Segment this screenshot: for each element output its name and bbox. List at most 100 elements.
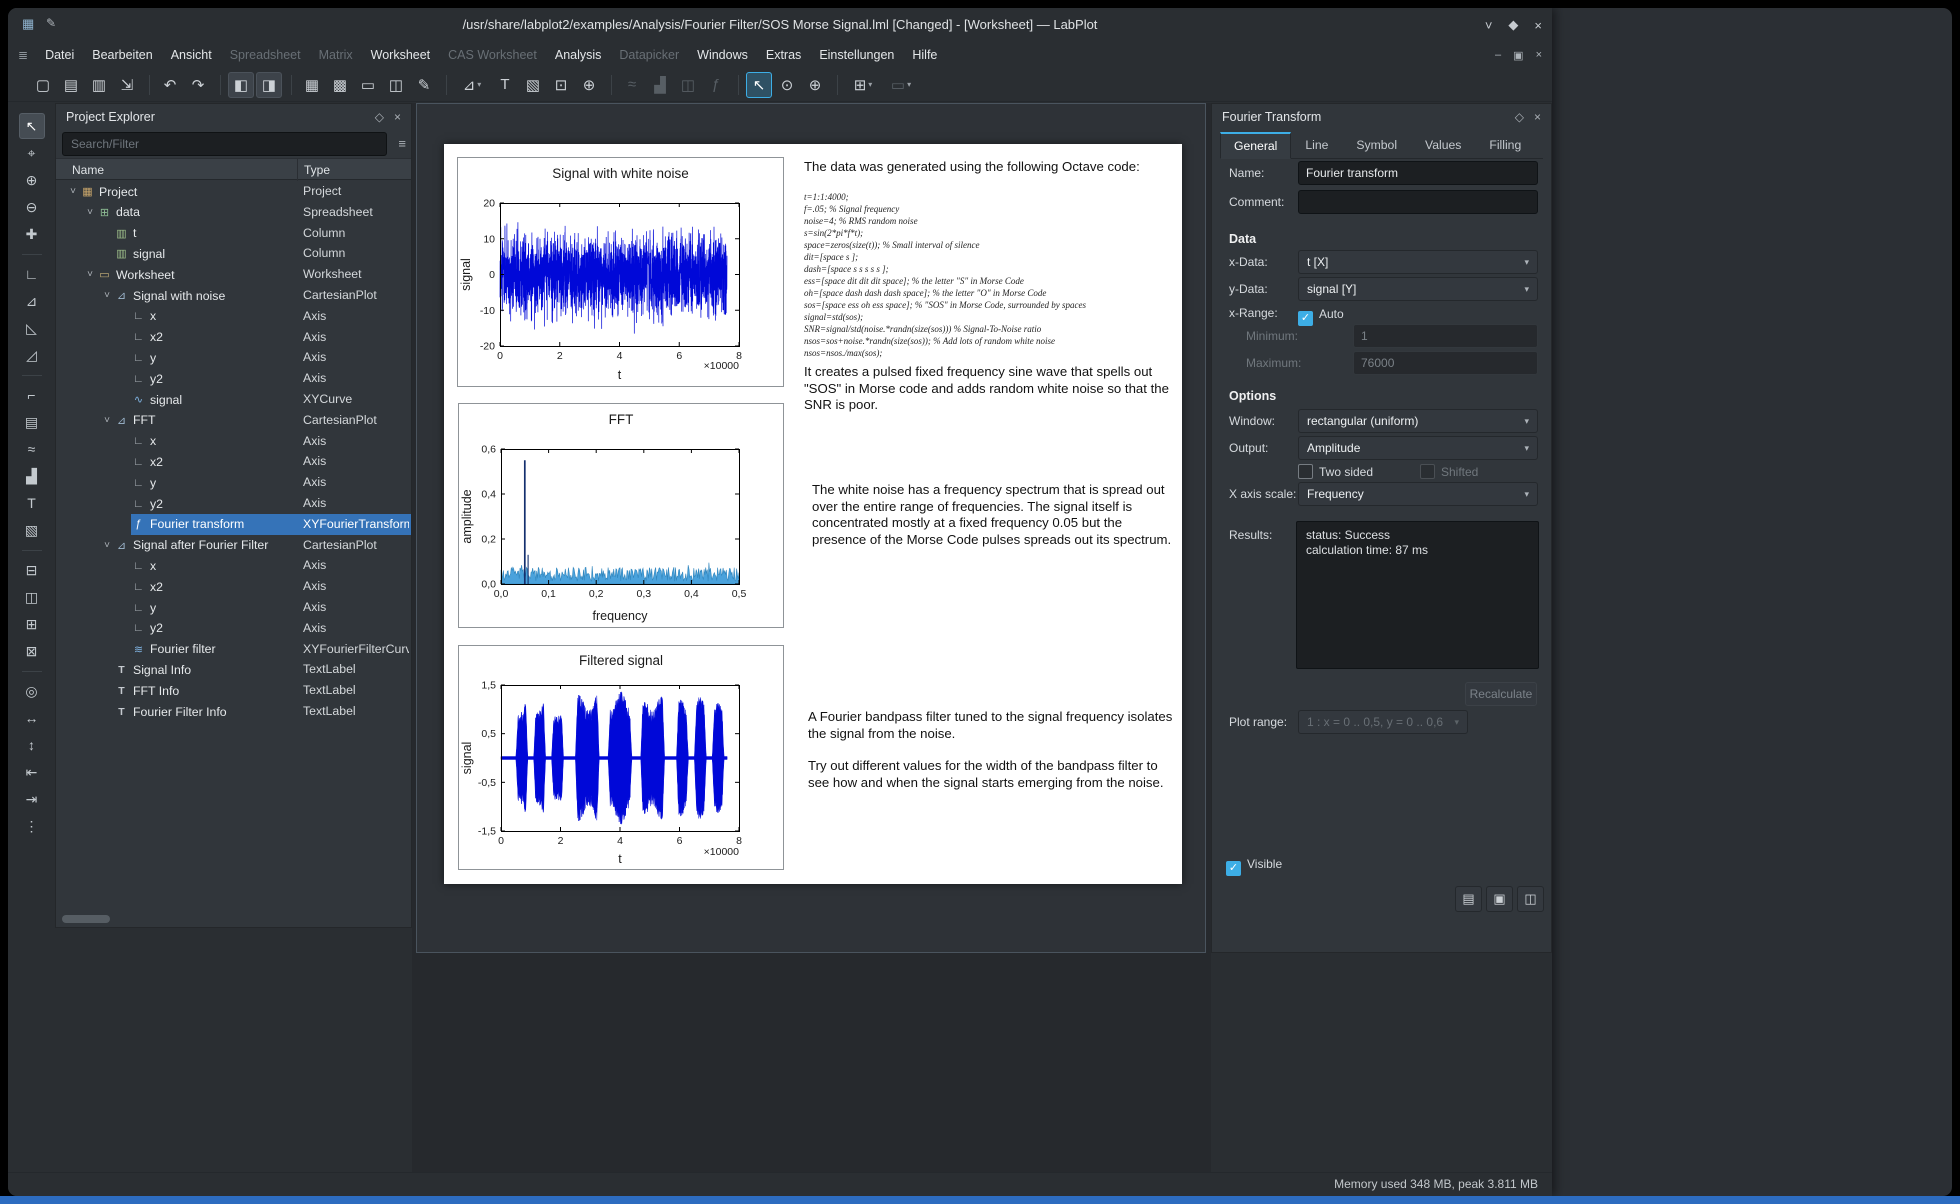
- select-tool[interactable]: ↖: [19, 113, 45, 139]
- zoom-button[interactable]: ⊕: [576, 72, 602, 98]
- horizontal-layout-tool[interactable]: ◫: [19, 584, 45, 610]
- tree-row-x2[interactable]: ∟x2Axis: [56, 327, 411, 348]
- add-image-tool[interactable]: ▧: [19, 517, 45, 543]
- plot-fft[interactable]: FFT0,00,10,20,30,40,50,00,20,40,6frequen…: [458, 403, 784, 633]
- shift-left-x-tool[interactable]: ⇤: [19, 759, 45, 785]
- tree-row-fourier-filter[interactable]: ≋Fourier filterXYFourierFilterCurve: [56, 639, 411, 660]
- add-plot-template-1-tool[interactable]: ∟: [19, 261, 45, 287]
- break-layout-tool[interactable]: ⊠: [19, 638, 45, 664]
- expander-icon[interactable]: ˅: [83, 207, 97, 218]
- app-menu-icon[interactable]: ≣: [18, 48, 28, 62]
- new-note-button[interactable]: ✎: [411, 72, 437, 98]
- tree-row-y[interactable]: ∟yAxis: [56, 347, 411, 368]
- new-project-button[interactable]: ▢: [30, 72, 56, 98]
- tab-values[interactable]: Values: [1411, 132, 1475, 158]
- pin-icon[interactable]: ✎: [46, 16, 56, 30]
- tree-row-y[interactable]: ∟yAxis: [56, 472, 411, 493]
- auto-checkbox[interactable]: ✓Auto: [1298, 305, 1344, 326]
- tree-row-signal[interactable]: ∿signalXYCurve: [56, 389, 411, 410]
- tree-row-x[interactable]: ∟xAxis: [56, 431, 411, 452]
- vertical-layout-tool[interactable]: ⊟: [19, 557, 45, 583]
- open-project-button[interactable]: ▤: [58, 72, 84, 98]
- menu-windows[interactable]: Windows: [688, 42, 757, 68]
- close-dock-icon[interactable]: ×: [394, 110, 401, 124]
- toggle-properties-dock-button[interactable]: ◨: [256, 72, 282, 98]
- toggle-project-explorer-button[interactable]: ◧: [228, 72, 254, 98]
- scrollbar-thumb[interactable]: [62, 915, 110, 923]
- worksheet-page[interactable]: Signal with white noise02468-20-1001020t…: [444, 144, 1182, 884]
- tree-row-fourier-filter-info[interactable]: TFourier Filter InfoTextLabel: [56, 701, 411, 722]
- menu-analysis[interactable]: Analysis: [546, 42, 611, 68]
- add-legend-tool[interactable]: ▤: [19, 409, 45, 435]
- print-button[interactable]: ▥: [86, 72, 112, 98]
- shift-right-x-tool[interactable]: ⇥: [19, 786, 45, 812]
- project-explorer-header[interactable]: Project Explorer ◇ ×: [56, 104, 411, 130]
- tab-general[interactable]: General: [1220, 132, 1291, 159]
- tree-row-y2[interactable]: ∟y2Axis: [56, 493, 411, 514]
- expander-icon[interactable]: ˅: [100, 415, 114, 426]
- tree-row-signal[interactable]: ▥signalColumn: [56, 243, 411, 264]
- expander-icon[interactable]: ˅: [100, 540, 114, 551]
- mdi-close-button[interactable]: ×: [1536, 49, 1542, 62]
- expander-icon[interactable]: ˅: [83, 269, 97, 280]
- two-sided-checkbox[interactable]: Two sided: [1298, 463, 1373, 481]
- tree-row-t[interactable]: ▥tColumn: [56, 223, 411, 244]
- save-template-button[interactable]: ▣: [1486, 886, 1513, 912]
- name-column-header[interactable]: Name: [72, 159, 104, 181]
- menu-extras[interactable]: Extras: [757, 42, 810, 68]
- float-dock-icon[interactable]: ◇: [375, 110, 384, 124]
- search-input[interactable]: [62, 132, 387, 156]
- fft-info-label[interactable]: The white noise has a frequency spectrum…: [812, 482, 1178, 548]
- tab-line[interactable]: Line: [1291, 132, 1342, 158]
- plot-filtered-signal[interactable]: Filtered signal02468-1,5-0,50,51,5tsigna…: [458, 645, 784, 875]
- undo-button[interactable]: ↶: [157, 72, 183, 98]
- add-plot-template-4-tool[interactable]: ◿: [19, 342, 45, 368]
- tree-column-header[interactable]: Name Type: [56, 158, 411, 180]
- add-plot-button[interactable]: ⊿▾: [454, 72, 490, 98]
- window-combobox[interactable]: rectangular (uniform) ▾: [1298, 409, 1538, 433]
- taskbar-strip[interactable]: [0, 1196, 1960, 1204]
- expander-icon[interactable]: ˅: [66, 186, 80, 197]
- menu-ansicht[interactable]: Ansicht: [162, 42, 221, 68]
- filter-info-label[interactable]: A Fourier bandpass filter tuned to the s…: [808, 709, 1180, 742]
- comment-input[interactable]: [1298, 190, 1538, 214]
- fit-page-button[interactable]: ⊡: [548, 72, 574, 98]
- grid-layout-tool[interactable]: ⊞: [19, 611, 45, 637]
- new-spreadsheet-button[interactable]: ▦: [299, 72, 325, 98]
- signal-info-label[interactable]: It creates a pulsed fixed frequency sine…: [804, 364, 1176, 414]
- zoom-fit-width-tool[interactable]: ↔: [19, 705, 45, 731]
- menu-bearbeiten[interactable]: Bearbeiten: [83, 42, 161, 68]
- tree-row-x2[interactable]: ∟x2Axis: [56, 576, 411, 597]
- load-template-button[interactable]: ▤: [1455, 886, 1482, 912]
- add-plot-template-3-tool[interactable]: ◺: [19, 315, 45, 341]
- zoom-in-tool[interactable]: ⊕: [19, 167, 45, 193]
- maximize-button[interactable]: ◆: [1508, 17, 1518, 33]
- y-data-combobox[interactable]: signal [Y] ▾: [1298, 277, 1538, 301]
- x-axis-scale-combobox[interactable]: Frequency ▾: [1298, 482, 1538, 506]
- properties-dock-header[interactable]: Fourier Transform ◇ ×: [1212, 104, 1551, 130]
- name-input[interactable]: [1298, 161, 1538, 185]
- type-column-header[interactable]: Type: [297, 159, 411, 181]
- visible-checkbox[interactable]: ✓Visible: [1226, 855, 1282, 876]
- close-dock-icon[interactable]: ×: [1534, 110, 1541, 124]
- tree-row-signal-after-fourier-filter[interactable]: ˅⊿Signal after Fourier FilterCartesianPl…: [56, 535, 411, 556]
- add-curve-tool[interactable]: ≈: [19, 436, 45, 462]
- output-combobox[interactable]: Amplitude ▾: [1298, 436, 1538, 460]
- recalculate-button[interactable]: Recalculate: [1465, 682, 1537, 706]
- zoom-select-mode-button[interactable]: ⊕: [802, 72, 828, 98]
- tree-row-signal-with-noise[interactable]: ˅⊿Signal with noiseCartesianPlot: [56, 285, 411, 306]
- octave-code-label[interactable]: t=1:1:4000;f=.05; % Signal frequencynois…: [804, 191, 1176, 359]
- float-dock-icon[interactable]: ◇: [1515, 110, 1524, 124]
- pan-tool[interactable]: ✚: [19, 221, 45, 247]
- new-workbook-button[interactable]: ◫: [383, 72, 409, 98]
- add-image-button[interactable]: ▧: [520, 72, 546, 98]
- new-worksheet-button[interactable]: ▭: [355, 72, 381, 98]
- x-data-combobox[interactable]: t [X] ▾: [1298, 250, 1538, 274]
- zoom-out-tool[interactable]: ⊖: [19, 194, 45, 220]
- add-histogram-tool[interactable]: ▟: [19, 463, 45, 489]
- octave-intro-label[interactable]: The data was generated using the followi…: [804, 159, 1176, 176]
- crosshair-mode-button[interactable]: ⊙: [774, 72, 800, 98]
- tree-row-x[interactable]: ∟xAxis: [56, 555, 411, 576]
- redo-button[interactable]: ↷: [185, 72, 211, 98]
- menu-datei[interactable]: Datei: [36, 42, 83, 68]
